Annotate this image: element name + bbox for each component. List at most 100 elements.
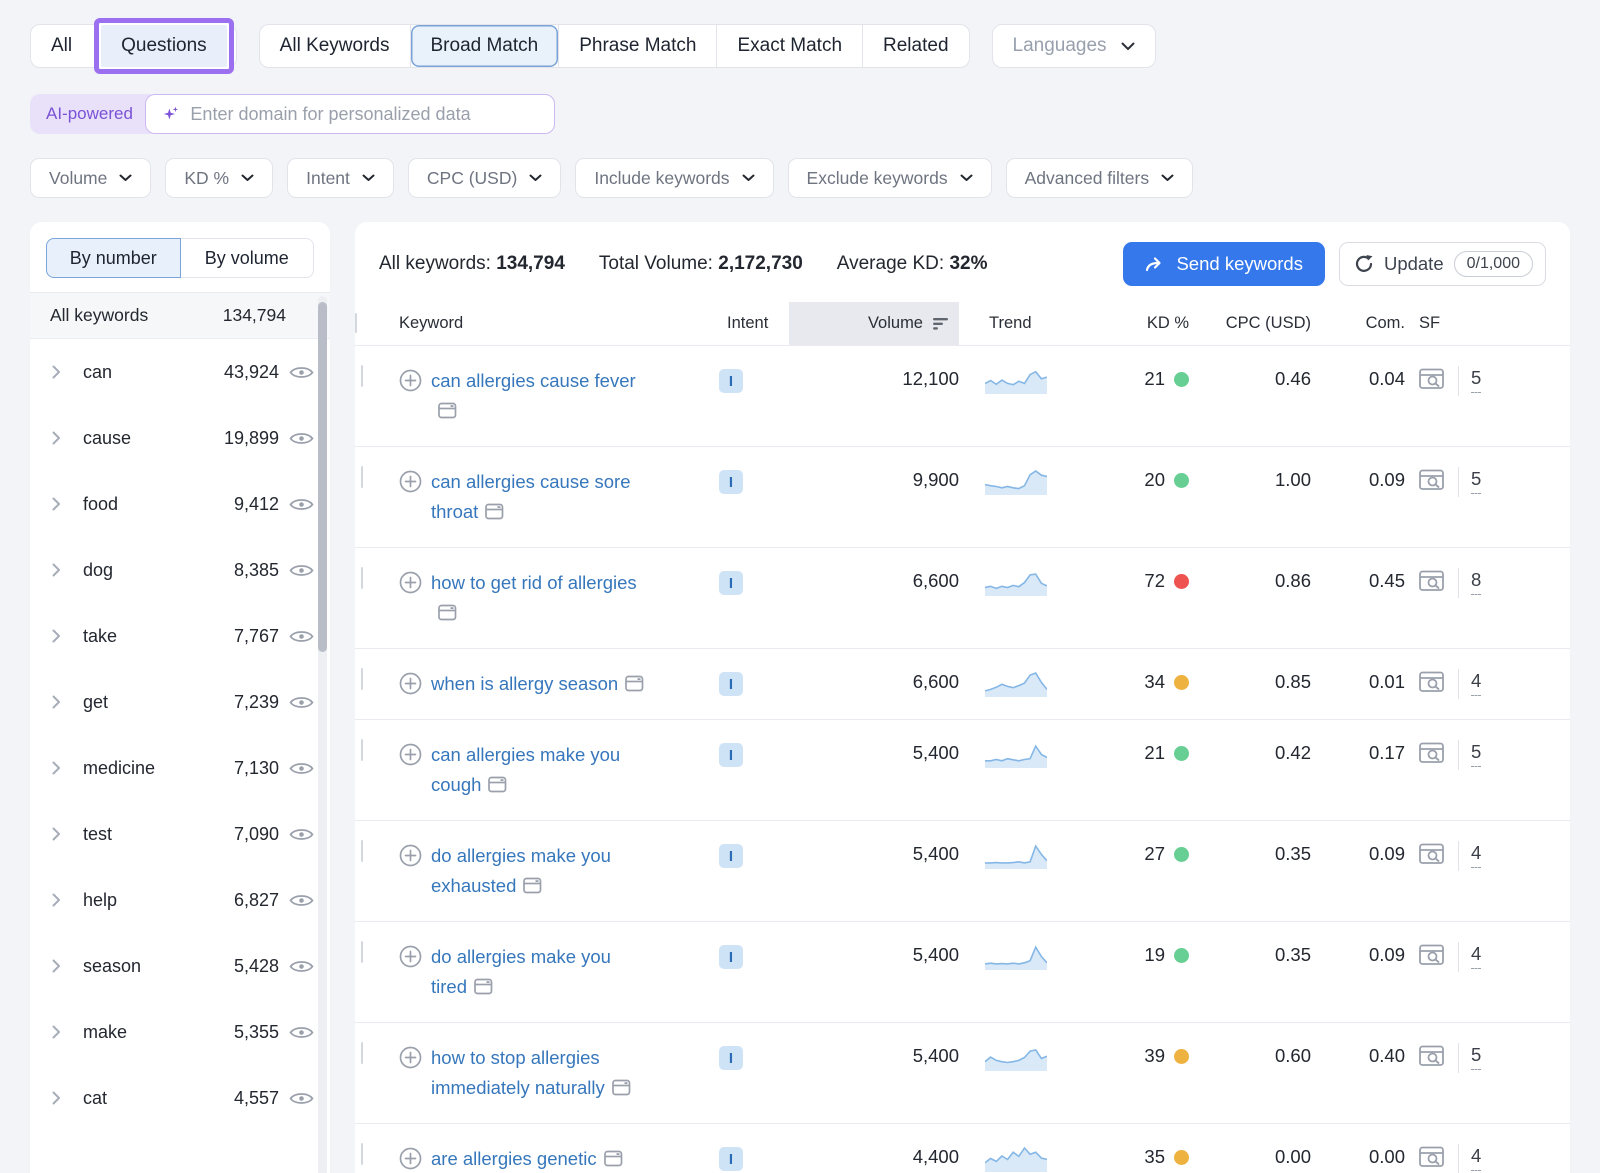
keyword-link[interactable]: when is allergy season (431, 669, 644, 701)
column-volume[interactable]: Volume (789, 302, 959, 345)
tab-all[interactable]: All (31, 25, 92, 67)
sidebar-group-item[interactable]: test 7,090 (30, 801, 330, 867)
sf-count[interactable]: 4 (1471, 670, 1481, 696)
sidebar-group-item[interactable]: dog 8,385 (30, 537, 330, 603)
row-checkbox[interactable] (361, 840, 363, 862)
domain-input[interactable] (190, 104, 538, 125)
by-number-button[interactable]: By number (46, 238, 181, 278)
eye-icon[interactable] (289, 760, 314, 777)
sidebar-group-item[interactable]: cat 4,557 (30, 1065, 330, 1131)
add-keyword-icon[interactable] (399, 1147, 422, 1170)
update-button[interactable]: Update 0/1,000 (1339, 242, 1546, 286)
eye-icon[interactable] (289, 562, 314, 579)
serp-preview-icon[interactable] (1419, 944, 1446, 972)
serp-page-icon[interactable] (474, 974, 493, 1004)
languages-dropdown[interactable]: Languages (992, 24, 1156, 68)
serp-page-icon[interactable] (485, 499, 504, 529)
keyword-link[interactable]: do allergies make you tired (431, 942, 649, 1004)
tab-exact-match[interactable]: Exact Match (717, 25, 862, 67)
serp-page-icon[interactable] (488, 772, 507, 802)
keyword-link[interactable]: how to stop allergies immediately natura… (431, 1043, 649, 1105)
serp-preview-icon[interactable] (1419, 742, 1446, 770)
serp-preview-icon[interactable] (1419, 1045, 1446, 1073)
row-checkbox[interactable] (361, 668, 363, 690)
sf-count[interactable]: 8 (1471, 569, 1481, 595)
keyword-link[interactable]: how to get rid of allergies (431, 568, 649, 630)
serp-preview-icon[interactable] (1419, 1146, 1446, 1173)
filter-cpc[interactable]: CPC (USD) (408, 158, 561, 198)
sidebar-group-item[interactable]: cause 19,899 (30, 405, 330, 471)
sidebar-scrollbar-thumb[interactable] (318, 302, 327, 652)
filter-volume[interactable]: Volume (30, 158, 151, 198)
sf-count[interactable]: 5 (1471, 741, 1481, 767)
add-keyword-icon[interactable] (399, 672, 422, 695)
tab-broad-match[interactable]: Broad Match (411, 25, 559, 67)
keyword-link[interactable]: can allergies cause fever (431, 366, 649, 428)
serp-preview-icon[interactable] (1419, 469, 1446, 497)
eye-icon[interactable] (289, 628, 314, 645)
sidebar-group-item[interactable]: make 5,355 (30, 999, 330, 1065)
add-keyword-icon[interactable] (399, 844, 422, 867)
filter-intent[interactable]: Intent (287, 158, 394, 198)
sidebar-group-item[interactable]: food 9,412 (30, 471, 330, 537)
column-kd[interactable]: KD % (1099, 302, 1189, 345)
row-checkbox[interactable] (361, 466, 363, 488)
add-keyword-icon[interactable] (399, 945, 422, 968)
serp-page-icon[interactable] (438, 600, 457, 630)
row-checkbox[interactable] (361, 1143, 363, 1165)
sidebar-group-item[interactable]: get 7,239 (30, 669, 330, 735)
row-checkbox[interactable] (361, 941, 363, 963)
add-keyword-icon[interactable] (399, 470, 422, 493)
eye-icon[interactable] (289, 1024, 314, 1041)
serp-page-icon[interactable] (625, 671, 644, 701)
tab-related[interactable]: Related (863, 25, 969, 67)
eye-icon[interactable] (289, 364, 314, 381)
serp-page-icon[interactable] (604, 1146, 623, 1173)
select-all-checkbox[interactable] (355, 313, 357, 333)
sidebar-group-item[interactable]: medicine 7,130 (30, 735, 330, 801)
keyword-link[interactable]: can allergies make you cough (431, 740, 649, 802)
tab-questions[interactable]: Questions (101, 25, 227, 67)
send-keywords-button[interactable]: Send keywords (1123, 242, 1324, 286)
eye-icon[interactable] (289, 694, 314, 711)
serp-page-icon[interactable] (612, 1075, 631, 1105)
sf-count[interactable]: 5 (1471, 1044, 1481, 1070)
row-checkbox[interactable] (361, 1042, 363, 1064)
column-cpc[interactable]: CPC (USD) (1189, 302, 1339, 345)
eye-icon[interactable] (289, 958, 314, 975)
eye-icon[interactable] (289, 430, 314, 447)
keyword-link[interactable]: do allergies make you exhausted (431, 841, 649, 903)
eye-icon[interactable] (289, 1090, 314, 1107)
sidebar-group-item[interactable]: help 6,827 (30, 867, 330, 933)
eye-icon[interactable] (289, 892, 314, 909)
sf-count[interactable]: 4 (1471, 1145, 1481, 1171)
serp-preview-icon[interactable] (1419, 843, 1446, 871)
filter-advanced[interactable]: Advanced filters (1006, 158, 1194, 198)
serp-preview-icon[interactable] (1419, 570, 1446, 598)
tab-phrase-match[interactable]: Phrase Match (559, 25, 716, 67)
add-keyword-icon[interactable] (399, 369, 422, 392)
keyword-link[interactable]: are allergies genetic (431, 1144, 623, 1173)
row-checkbox[interactable] (361, 365, 363, 387)
add-keyword-icon[interactable] (399, 743, 422, 766)
sidebar-group-item[interactable]: can 43,924 (30, 339, 330, 405)
serp-preview-icon[interactable] (1419, 368, 1446, 396)
sidebar-group-item[interactable]: take 7,767 (30, 603, 330, 669)
sf-count[interactable]: 4 (1471, 842, 1481, 868)
serp-page-icon[interactable] (438, 398, 457, 428)
add-keyword-icon[interactable] (399, 1046, 422, 1069)
column-com[interactable]: Com. (1339, 302, 1419, 345)
sf-count[interactable]: 5 (1471, 468, 1481, 494)
serp-preview-icon[interactable] (1419, 671, 1446, 699)
serp-page-icon[interactable] (523, 873, 542, 903)
row-checkbox[interactable] (361, 739, 363, 761)
keyword-link[interactable]: can allergies cause sore throat (431, 467, 649, 529)
sf-count[interactable]: 4 (1471, 943, 1481, 969)
filter-kd[interactable]: KD % (165, 158, 273, 198)
filter-include-keywords[interactable]: Include keywords (575, 158, 773, 198)
filter-exclude-keywords[interactable]: Exclude keywords (788, 158, 992, 198)
all-keywords-row[interactable]: All keywords 134,794 (30, 293, 330, 339)
eye-icon[interactable] (289, 826, 314, 843)
add-keyword-icon[interactable] (399, 571, 422, 594)
sidebar-group-item[interactable]: season 5,428 (30, 933, 330, 999)
